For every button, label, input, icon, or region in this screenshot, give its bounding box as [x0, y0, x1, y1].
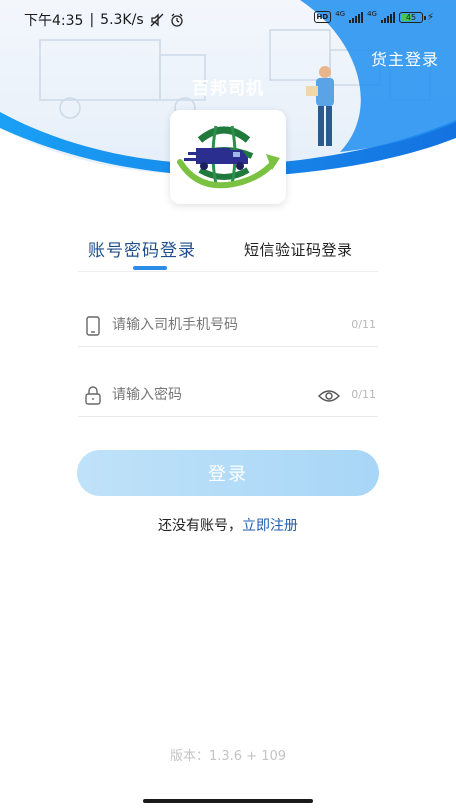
password-input[interactable] — [112, 382, 312, 408]
phone-counter: 0/11 — [351, 318, 376, 331]
login-button[interactable]: 登录 — [77, 450, 379, 496]
shipper-login-link[interactable]: 货主登录 — [371, 46, 439, 70]
status-bar: 下午4:35 | 5.3K/s HD 4G 4G 45 ⚡ — [0, 0, 456, 40]
register-prompt-text: 还没有账号， — [158, 518, 242, 534]
app-title: 百邦司机 — [192, 79, 264, 99]
net-label-1: 4G — [335, 10, 346, 18]
login-tabs: 账号密码登录 短信验证码登录 — [78, 236, 378, 272]
tabs-divider — [78, 271, 378, 272]
password-field-row: 0/11 — [78, 376, 378, 417]
register-link[interactable]: 立即注册 — [242, 518, 298, 534]
signal-icon — [380, 11, 395, 23]
tab-indicator — [133, 266, 167, 270]
status-right: HD 4G 4G 45 ⚡ — [313, 10, 434, 23]
app-logo — [170, 110, 286, 204]
status-time: 下午4:35 — [24, 13, 84, 29]
status-left: 下午4:35 | 5.3K/s — [24, 10, 184, 30]
signal-icon — [349, 11, 364, 23]
mute-icon — [150, 13, 164, 27]
hd-badge: HD — [313, 11, 332, 23]
password-counter: 0/11 — [351, 388, 376, 401]
status-separator: | — [89, 12, 95, 28]
phone-icon — [86, 316, 100, 336]
phone-input[interactable] — [112, 312, 312, 338]
net-label-2: 4G — [367, 10, 377, 18]
phone-field-row: 0/11 — [78, 306, 378, 347]
tab-password-login[interactable]: 账号密码登录 — [88, 236, 196, 261]
version-text: 版本：1.3.6 + 109 — [169, 749, 287, 764]
battery-level: 45 — [405, 12, 417, 22]
home-indicator[interactable] — [143, 799, 313, 803]
charging-icon: ⚡ — [426, 11, 434, 23]
eye-icon[interactable] — [318, 388, 340, 404]
tab-sms-login[interactable]: 短信验证码登录 — [244, 239, 353, 260]
lock-icon — [85, 386, 101, 405]
battery-icon: 45 — [398, 11, 426, 23]
net-speed: 5.3K/s — [100, 12, 144, 28]
alarm-icon — [170, 13, 183, 27]
logo-graphic — [177, 125, 280, 189]
register-prompt: 还没有账号，立即注册 — [0, 515, 456, 535]
